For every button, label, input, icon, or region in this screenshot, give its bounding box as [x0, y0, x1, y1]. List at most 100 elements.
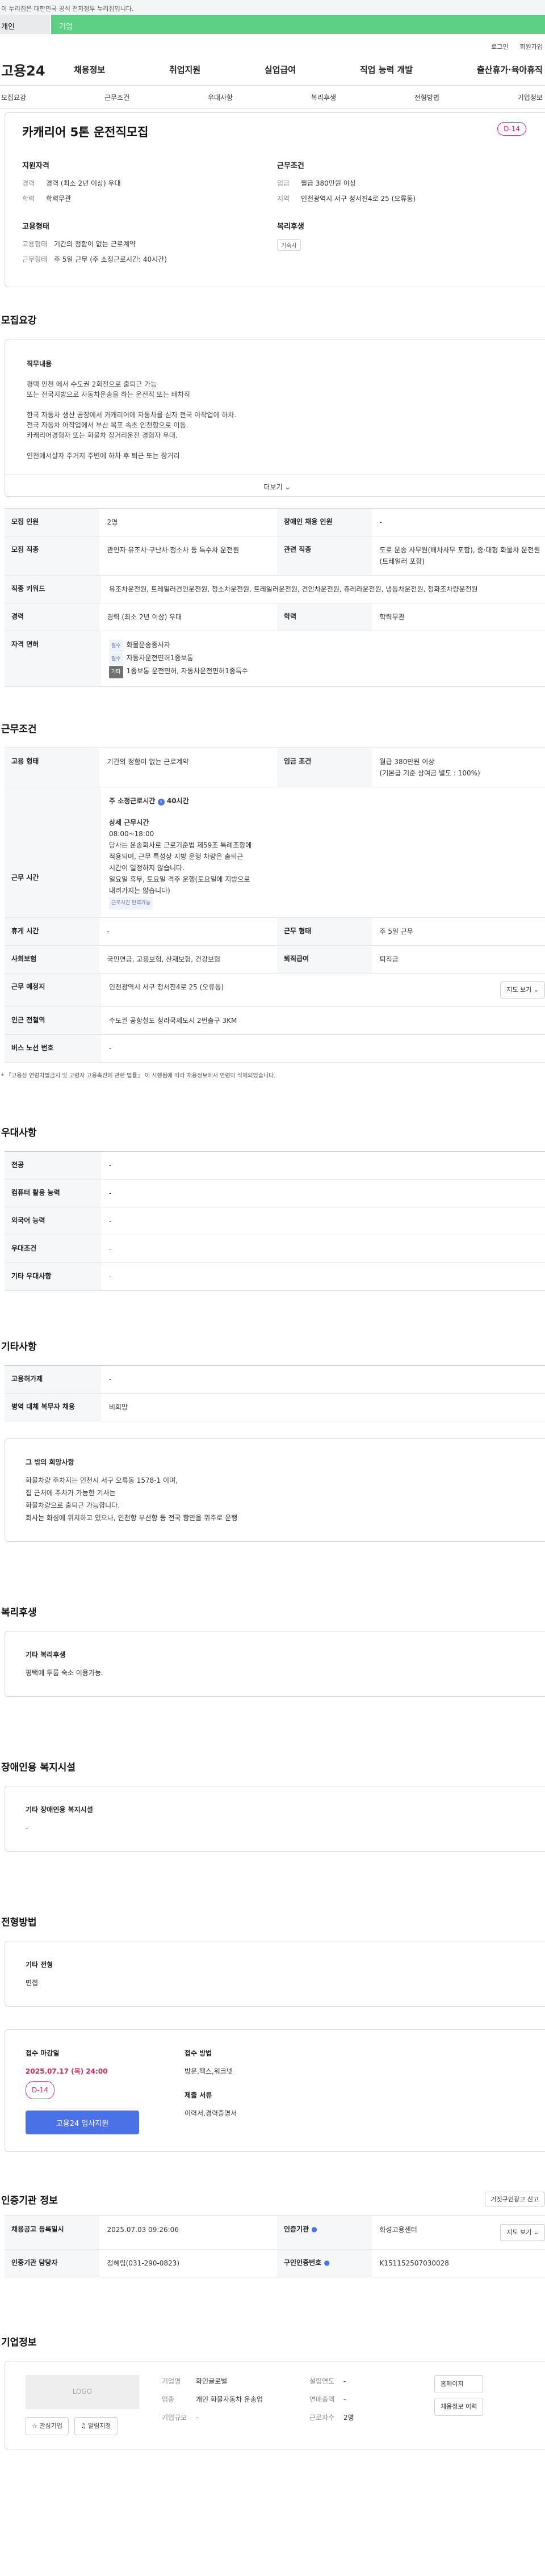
pay-sub: (기본급 기준 상여금 별도 : 100%): [379, 769, 480, 777]
field-key: 학력: [22, 195, 35, 203]
cell-key: 인증기관 담당자: [5, 2250, 99, 2277]
time-line: 내려가지는 않습니다): [109, 887, 170, 895]
cell-value: 주 5일 근무: [379, 928, 413, 935]
report-button[interactable]: 거짓구인광고 신고: [484, 2192, 545, 2206]
cell-value: -: [109, 1161, 112, 1169]
gnb-item-unemployment[interactable]: 실업급여: [265, 64, 296, 75]
box-heading: 그 밖의 희망사항: [26, 1458, 74, 1466]
field-value: 경력 (최소 2년 이상) 우대: [46, 179, 121, 187]
field-key: 기업규모: [162, 2414, 187, 2422]
cell-key: 모집 인원: [5, 509, 99, 536]
field-key: 업종: [162, 2395, 175, 2403]
cell-value: 인천광역시 서구 청서진4로 25 (오류동): [109, 983, 224, 991]
chevron-down-icon: ⌄: [284, 483, 291, 491]
flex-time-tag: 근로시간 탄력가능: [109, 897, 153, 909]
table-row: 휴게 시간 - 근무 형태 주 5일 근무: [5, 918, 545, 946]
desc-line: 카캐리어경험자 또는 화물차 장거리운전 경험자 우대.: [27, 431, 178, 439]
table-row: 우대조건 -: [5, 1235, 545, 1263]
cell-value: 관인자·유조차·구난차·청소차 등 특수차 운전원: [107, 546, 240, 554]
etc-wish-box: 그 밖의 희망사항 화물차량 주차지는 인천시 서구 오류동 1578-1 이며…: [5, 1438, 545, 1542]
summary-qualification: 지원자격 경력 경력 (최소 2년 이상) 우대 학력 학력무관: [22, 160, 277, 203]
agency-map-button[interactable]: 지도 보기 ⌄: [500, 2224, 545, 2241]
license-tag: 필수: [109, 640, 123, 652]
homepage-button[interactable]: 홈페이지: [434, 2375, 484, 2393]
cell-value: 월급 380만원 이상 (기본급 기준 상여금 별도 : 100%): [372, 748, 545, 787]
gnb-item-jobs[interactable]: 채용정보: [74, 64, 105, 75]
hours-value: 40시간: [166, 797, 189, 805]
cell-key: 경력: [5, 603, 99, 631]
tab-personal[interactable]: 개인: [0, 15, 50, 34]
field-key: 고용형태: [22, 240, 48, 248]
info-icon[interactable]: ●: [324, 2259, 329, 2267]
table-row: 직종 키워드 유조차운전원, 트레일러견인운전원, 청소차운전원, 트레일러운전원…: [5, 576, 545, 603]
license-tag: 기타: [109, 666, 123, 678]
cell-value: 경력 (최소 2년 이상) 우대: [107, 613, 182, 621]
section-title-process: 전형방법: [1, 1917, 37, 1928]
job-history-button[interactable]: 채용정보 이력: [434, 2398, 484, 2416]
table-row: 인근 전철역 수도권 공항철도 청라국제도시 2번출구 3KM: [5, 1007, 545, 1035]
summary-label: 근무조건: [277, 162, 304, 170]
dday-badge: D-14: [497, 122, 526, 136]
info-icon[interactable]: i: [157, 799, 165, 805]
info-icon[interactable]: ●: [311, 2225, 317, 2233]
field-value: 화인글로벌: [196, 2377, 228, 2385]
box-line: -: [26, 1824, 28, 1832]
map-button[interactable]: 지도 보기 ⌄: [500, 981, 545, 998]
cell-key: 인근 전철역: [5, 1007, 101, 1034]
time-line: 당사는 운송회사로 근로기준법 제59조 특례조항에: [109, 841, 252, 849]
field-key: 경력: [22, 179, 35, 187]
table-row: 채용공고 등록일시 2025.07.03 09:26:06 인증기관 ● 화성고용…: [5, 2216, 545, 2250]
cell-key: 고용허가제: [5, 1366, 101, 1393]
box-heading: 기타 복리후생: [26, 1651, 66, 1659]
anchor-work[interactable]: 근무조건: [104, 93, 129, 102]
cell-value: 2명: [107, 518, 118, 526]
favorite-button[interactable]: ☆ 관심기업: [26, 2417, 69, 2435]
login-link[interactable]: 로그인: [491, 42, 508, 53]
map-button-label: 지도 보기: [506, 986, 532, 993]
cell-key: 임금 조건: [277, 748, 372, 787]
alert-button[interactable]: ♫ 알림지정: [74, 2417, 118, 2435]
gnb-item-leave[interactable]: 출산휴가·육아휴직: [477, 64, 543, 75]
table-row: 고용허가제 -: [5, 1366, 545, 1394]
signup-link[interactable]: 회원가입: [520, 42, 543, 53]
time-line: 일요일 휴무, 토요일 격주 운행(토요일에 지방으로: [109, 875, 250, 883]
anchor-welfare[interactable]: 복리후생: [311, 93, 336, 102]
hours-label: 주 소정근로시간: [109, 797, 156, 805]
desc-line: 전국 자동차 아작업에서 부산 목포 속초 인천항으로 이동.: [27, 421, 188, 429]
cell-key: 근무 예정지: [5, 974, 101, 1006]
time-line: 적용되며, 근무 특성상 지방 운행 차량은 출퇴근: [109, 853, 244, 861]
table-row: 병역 대체 복무자 채용 비희망: [5, 1394, 545, 1421]
work-time-detail: 주 소정근로시간 i 40시간 상세 근무시간 08:00~18:00 당사는 …: [101, 787, 294, 917]
field-key: 임금: [277, 179, 290, 187]
table-row: 버스 노선 번호 -: [5, 1035, 545, 1063]
job-summary-card: 카캐리어 5톤 운전직모집 D-14 지원자격 경력 경력 (최소 2년 이상) …: [5, 112, 545, 287]
anchor-company[interactable]: 기업정보: [518, 93, 543, 102]
summary-welfare: 복리후생 기숙사: [277, 220, 532, 251]
anchor-pref[interactable]: 우대사항: [208, 93, 233, 102]
gnb-item-skills[interactable]: 직업 능력 개발: [360, 64, 413, 75]
apply-button[interactable]: 고용24 입사지원: [26, 2111, 139, 2134]
section-title-disabled: 장애인용 복지시설: [1, 1762, 76, 1773]
agency-header: 인증기관 정보 거짓구인광고 신고: [0, 2192, 545, 2206]
anchor-process[interactable]: 전형방법: [414, 93, 439, 102]
field-value: -: [343, 2377, 346, 2385]
section-title-welfare: 복리후생: [1, 1607, 37, 1618]
company-box: LOGO ☆ 관심기업 ♫ 알림지정 기업명 화인글로벌 업종 개인 화물자동차 운…: [5, 2361, 545, 2449]
more-button[interactable]: 더보기 ⌄: [5, 475, 545, 496]
global-nav: 고용24 채용정보 취업지원 실업급여 직업 능력 개발 출산휴가·육아휴직: [0, 53, 545, 85]
anchor-recruit[interactable]: 모집요강: [1, 93, 26, 102]
box-line: 평택에 투룸 숙소 이용가능.: [26, 1669, 103, 1677]
work-table: 고용 형태 기간의 정함이 없는 근로계약 임금 조건 월급 380만원 이상 (기본…: [5, 748, 545, 1063]
alert-label: 알림지정: [88, 2422, 111, 2430]
tab-company[interactable]: 기업: [51, 15, 545, 34]
box-heading: 기타 전형: [26, 1961, 53, 1969]
gnb-item-employment-support[interactable]: 취업지원: [169, 64, 200, 75]
box-line: 면접: [26, 1979, 39, 1987]
table-row: 경력 경력 (최소 2년 이상) 우대 학력 학력무관: [5, 603, 545, 631]
cell-key: 모집 직종: [5, 536, 99, 575]
audience-tabs: 개인 기업: [0, 15, 545, 34]
license-list: 필수 화물운송종사자 필수 자동차운전면허1종보통 기타 1종보통 운전면허, 자동차…: [101, 631, 253, 686]
site-logo[interactable]: 고용24: [0, 60, 50, 79]
place-cell: 인천광역시 서구 청서진4로 25 (오류동) 지도 보기 ⌄: [101, 974, 545, 1006]
section-anchor-nav: 모집요강 근무조건 우대사항 복리후생 전형방법 기업정보: [0, 85, 545, 109]
